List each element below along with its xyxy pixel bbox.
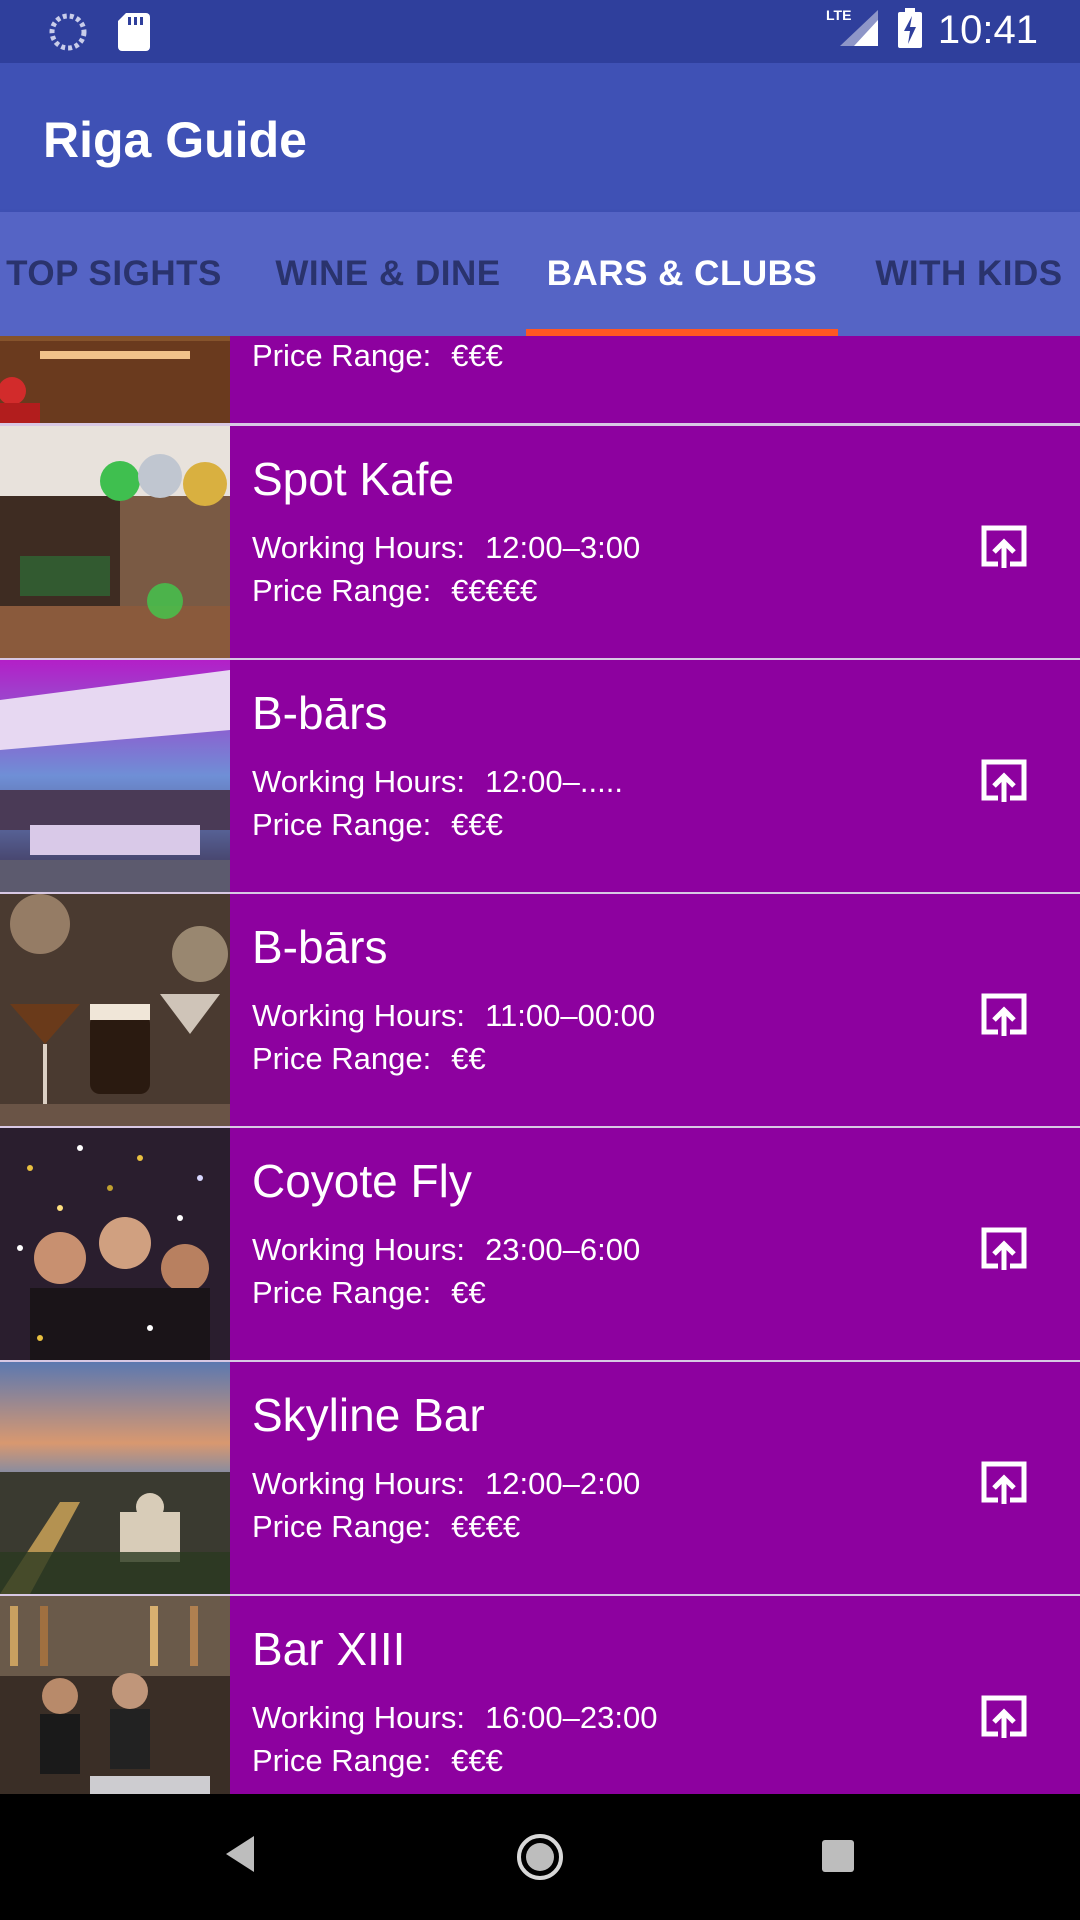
working-hours: Working Hours: 12:00–2:00 [252,1466,641,1501]
price-range-value: €€€ [451,1743,503,1778]
sync-icon [48,12,88,57]
venue-photo [0,894,230,1126]
price-range: Price Range: €€€ [252,338,503,373]
venue-name: Skyline Bar [252,1389,485,1441]
price-range-value: €€ [451,1275,486,1310]
price-range-value: €€ [451,1041,486,1076]
working-hours: Working Hours: 11:00–00:00 [252,998,656,1033]
price-range: Price Range: €€ [252,1275,486,1310]
open-details-icon[interactable] [980,992,1028,1036]
venue-photo [0,660,230,892]
home-icon[interactable] [515,1832,565,1887]
open-details-icon[interactable] [980,1460,1028,1504]
list-item[interactable]: Bar XIII Working Hours: 16:00–23:00 Price… [0,1596,1080,1794]
open-details-icon[interactable] [980,758,1028,802]
list-item[interactable]: Coyote Fly Working Hours: 23:00–6:00 Pric… [0,1128,1080,1363]
working-hours-value: 11:00–00:00 [485,998,656,1033]
back-icon[interactable] [222,1834,256,1879]
price-range: Price Range: €€ [252,1041,486,1076]
venue-photo [0,1362,230,1594]
open-details-icon[interactable] [980,1226,1028,1270]
active-tab-indicator [526,329,838,336]
venue-photo [0,1596,230,1794]
venue-photo [0,336,230,423]
status-bar: LTE 10:41 [0,0,1080,63]
price-range: Price Range: €€€ [252,807,503,842]
price-range-value: €€€ [451,338,503,373]
list-item[interactable]: B-bārs Working Hours: 12:00–..... Price R… [0,660,1080,895]
price-range: Price Range: €€€€€ [252,573,538,608]
tab-wine-dine[interactable]: WINE & DINE [268,212,508,336]
app-bar: Riga Guide [0,63,1080,212]
list-item[interactable]: Spot Kafe Working Hours: 12:00–3:00 Price… [0,426,1080,661]
open-details-icon[interactable] [980,524,1028,568]
venue-name: Spot Kafe [252,453,455,505]
list-item[interactable]: Skyline Bar Working Hours: 12:00–2:00 Pri… [0,1362,1080,1597]
tab-top-sights[interactable]: TOP SIGHTS [0,212,228,336]
price-range-value: €€€€€ [451,573,538,608]
list-item[interactable]: Price Range: €€€ [0,336,1080,426]
lte-signal-icon: LTE [826,6,882,55]
working-hours: Working Hours: 12:00–..... [252,764,623,799]
app-title: Riga Guide [43,112,307,168]
working-hours-value: 23:00–6:00 [485,1232,641,1267]
venue-name: B-bārs [252,921,388,973]
working-hours-value: 12:00–3:00 [485,530,641,565]
venue-name: Coyote Fly [252,1155,472,1207]
working-hours: Working Hours: 16:00–23:00 [252,1700,658,1735]
tab-bar: TOP SIGHTS WINE & DINE BARS & CLUBS WITH… [0,212,1080,336]
sd-card-icon [118,13,150,56]
list-item[interactable]: B-bārs Working Hours: 11:00–00:00 Price R… [0,894,1080,1129]
venue-photo [0,1128,230,1360]
clock: 10:41 [937,8,1038,52]
working-hours: Working Hours: 23:00–6:00 [252,1232,641,1267]
price-range: Price Range: €€€€ [252,1509,521,1544]
tab-bars-clubs[interactable]: BARS & CLUBS [526,212,838,336]
price-range: Price Range: €€€ [252,1743,503,1778]
open-details-icon[interactable] [980,1694,1028,1738]
working-hours-value: 12:00–..... [485,764,623,799]
price-range-value: €€€€ [451,1509,521,1544]
working-hours: Working Hours: 12:00–3:00 [252,530,641,565]
venue-list[interactable]: Price Range: €€€ Spot Kafe Working Hours:… [0,336,1080,1794]
tab-with-kids[interactable]: WITH KIDS [858,212,1080,336]
working-hours-value: 16:00–23:00 [485,1700,658,1735]
recent-apps-icon[interactable] [820,1838,856,1879]
battery-charging-icon [897,8,922,53]
system-nav-bar [0,1794,1080,1920]
price-range-value: €€€ [451,807,503,842]
venue-photo [0,426,230,658]
working-hours-value: 12:00–2:00 [485,1466,641,1501]
svg-text:LTE: LTE [826,7,851,23]
venue-name: Bar XIII [252,1623,406,1675]
venue-name: B-bārs [252,687,388,739]
